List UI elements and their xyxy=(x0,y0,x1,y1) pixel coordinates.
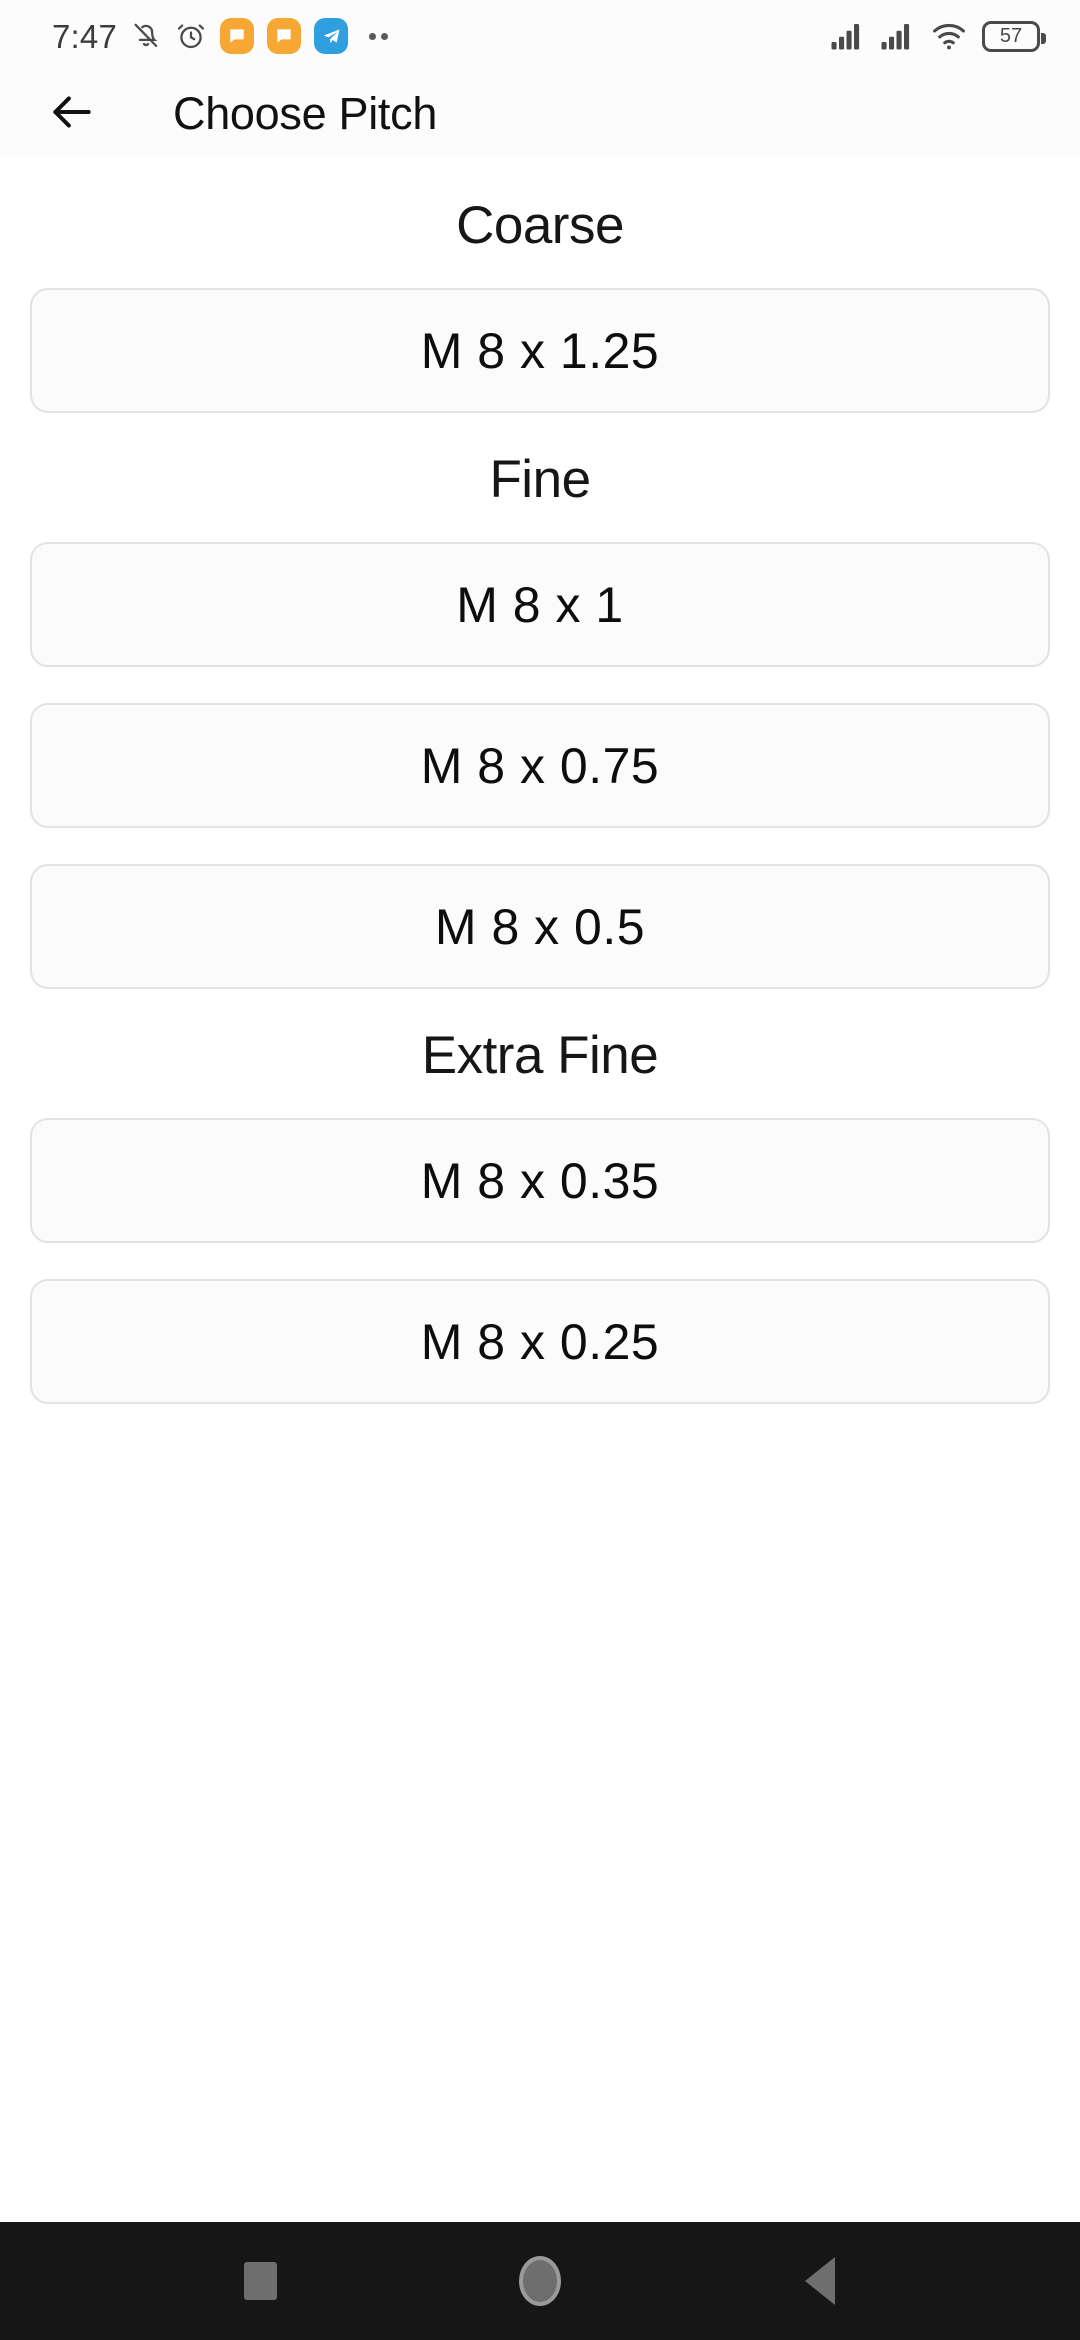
battery-level-text: 57 xyxy=(999,25,1023,47)
circle-icon xyxy=(519,2256,561,2306)
pitch-list: Coarse M 8 x 1.25 Fine M 8 x 1 M 8 x 0.7… xyxy=(0,155,1080,2222)
wifi-icon xyxy=(930,21,968,51)
pitch-option-m8x0-25[interactable]: M 8 x 0.25 xyxy=(30,1279,1050,1404)
status-bar-left-group: 7:47 xyxy=(52,17,389,55)
app-bar: Choose Pitch xyxy=(0,72,1080,155)
system-back-button[interactable] xyxy=(775,2236,865,2326)
pitch-option-label: M 8 x 1 xyxy=(456,576,624,633)
pitch-option-m8x0-35[interactable]: M 8 x 0.35 xyxy=(30,1118,1050,1243)
battery-icon: 57 xyxy=(982,20,1046,52)
orange-message-app-icon xyxy=(220,18,255,54)
bell-muted-icon xyxy=(130,20,162,52)
blue-telegram-app-icon xyxy=(314,18,349,54)
section-heading-extra-fine: Extra Fine xyxy=(421,1026,659,1085)
more-notifications-icon xyxy=(369,32,389,40)
pitch-option-label: M 8 x 0.35 xyxy=(420,1152,660,1209)
pitch-option-label: M 8 x 1.25 xyxy=(420,322,660,379)
section-heading-fine: Fine xyxy=(489,450,591,509)
pitch-option-label: M 8 x 0.25 xyxy=(420,1313,660,1370)
pitch-option-label: M 8 x 0.75 xyxy=(420,737,660,794)
pitch-option-m8x1-25[interactable]: M 8 x 1.25 xyxy=(30,288,1050,413)
pitch-option-m8x0-5[interactable]: M 8 x 0.5 xyxy=(30,864,1050,989)
phone-screen: 7:47 57 Choose Pitch Coarse M 8 x 1.25 F… xyxy=(0,0,1080,2340)
cellular-signal-icon-1 xyxy=(830,21,866,51)
square-icon xyxy=(243,2262,277,2300)
cellular-signal-icon-2 xyxy=(880,21,916,51)
pitch-option-label: M 8 x 0.5 xyxy=(434,898,646,955)
back-button[interactable] xyxy=(34,76,110,152)
page-title: Choose Pitch xyxy=(173,88,438,139)
back-arrow-icon xyxy=(47,87,97,140)
section-heading-coarse: Coarse xyxy=(456,196,624,255)
orange-message-app-icon-2 xyxy=(267,18,302,54)
status-bar-clock: 7:47 xyxy=(52,17,118,55)
recents-button[interactable] xyxy=(215,2236,305,2326)
android-navigation-bar xyxy=(0,2222,1080,2340)
triangle-left-icon xyxy=(805,2257,835,2305)
alarm-clock-icon xyxy=(175,20,207,52)
home-button[interactable] xyxy=(495,2236,585,2326)
status-bar-right-group: 57 xyxy=(830,20,1046,52)
status-bar: 7:47 57 xyxy=(0,0,1080,72)
pitch-option-m8x0-75[interactable]: M 8 x 0.75 xyxy=(30,703,1050,828)
pitch-option-m8x1[interactable]: M 8 x 1 xyxy=(30,542,1050,667)
